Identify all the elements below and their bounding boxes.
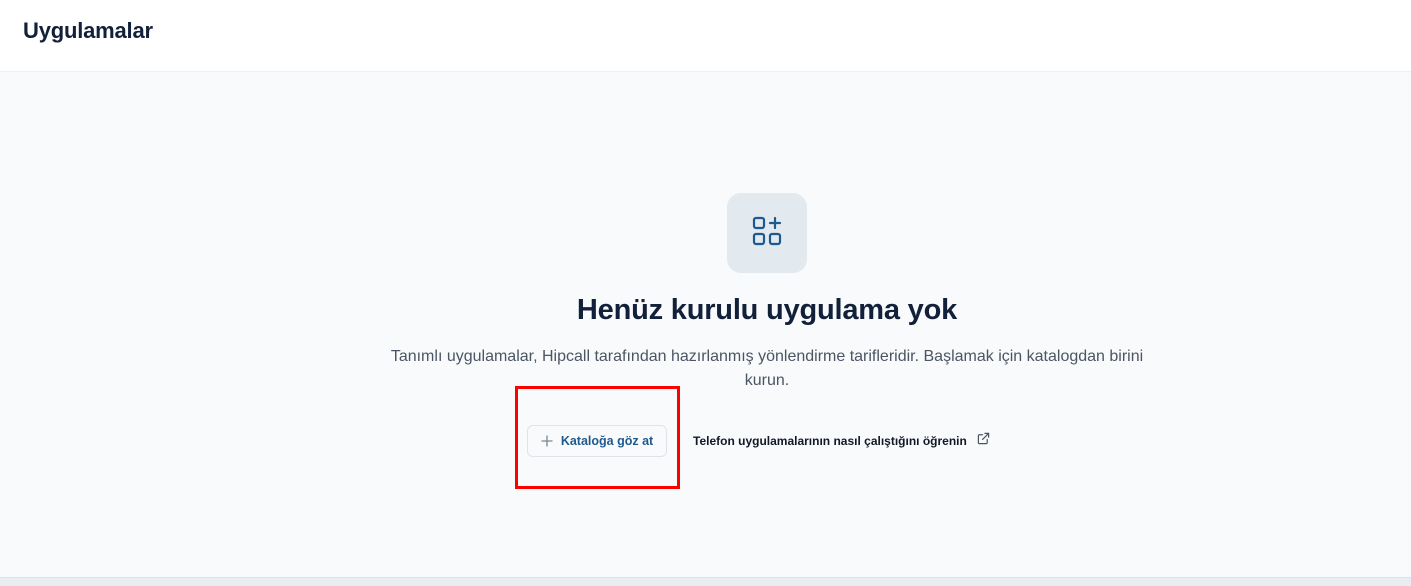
learn-more-link[interactable]: Telefon uygulamalarının nasıl çalıştığın… <box>693 431 990 451</box>
empty-state-description: Tanımlı uygulamalar, Hipcall tarafından … <box>390 348 1144 389</box>
empty-state-icon-box <box>727 193 807 273</box>
browse-catalog-button[interactable]: Kataloğa göz at <box>527 425 667 457</box>
plus-icon <box>541 432 553 450</box>
apps-add-icon <box>751 215 783 252</box>
empty-state-title: Henüz kurulu uygulama yok <box>576 294 958 326</box>
browse-catalog-label: Kataloğa göz at <box>560 434 654 448</box>
footer-divider <box>0 577 1411 586</box>
learn-more-label: Telefon uygulamalarının nasıl çalıştığın… <box>693 434 967 448</box>
page-header: Uygulamalar <box>0 0 1411 72</box>
page-title: Uygulamalar <box>23 18 153 43</box>
external-link-icon <box>977 432 990 450</box>
